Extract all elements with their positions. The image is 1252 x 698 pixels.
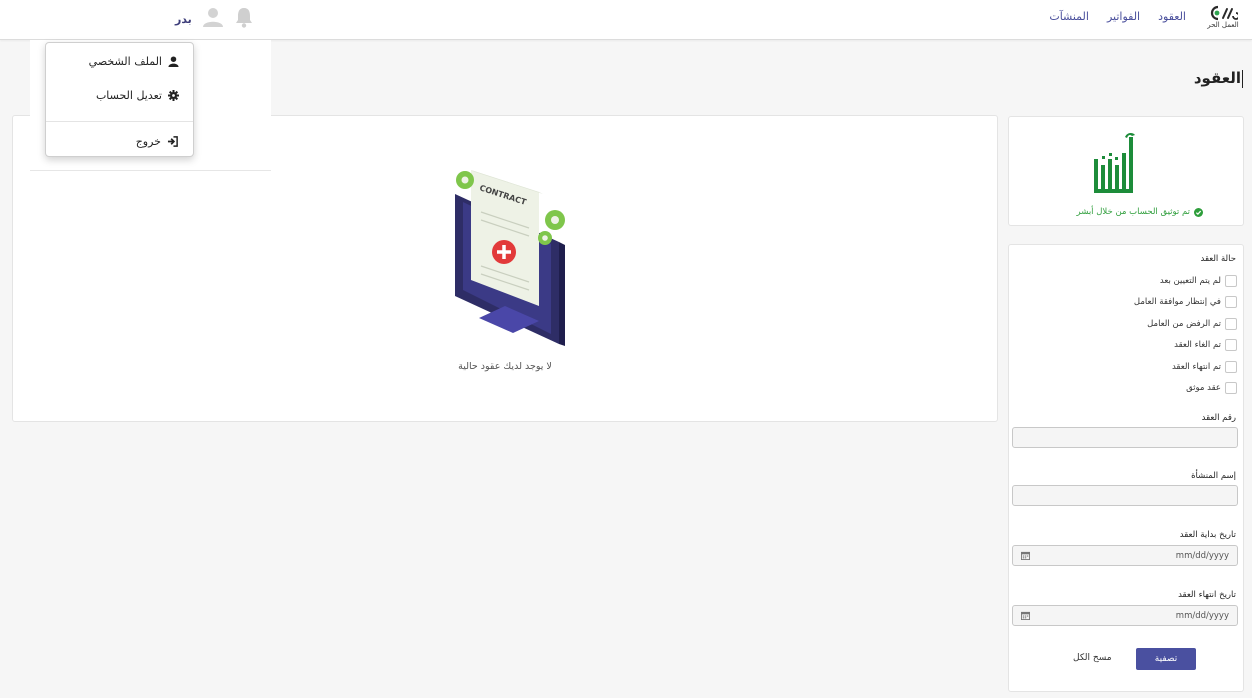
contract-filter-panel: حالة العقد لم يتم التعيين بعد في إنتظار … [1008, 244, 1244, 692]
check-circle-icon [1194, 207, 1203, 217]
start-date-placeholder: mm/dd/yyyy [1175, 550, 1229, 561]
contract-status-title: حالة العقد [1200, 254, 1236, 264]
end-date-label: تاريخ انتهاء العقد [1178, 590, 1236, 600]
clear-all-button[interactable]: مسح الكل [1073, 653, 1112, 663]
bell-icon [235, 8, 252, 28]
avatar[interactable] [202, 6, 224, 32]
contract-number-input[interactable] [1012, 427, 1238, 448]
empty-contracts-message: لا يوجد لديك عقود حالية [458, 361, 552, 372]
start-date-input[interactable]: mm/dd/yyyy [1012, 545, 1238, 566]
menu-divider [46, 121, 193, 122]
user-icon [168, 56, 179, 67]
absher-logo-icon [1094, 132, 1135, 193]
menu-item-logout[interactable]: خروج [136, 135, 179, 148]
status-cancelled-checkbox[interactable] [1225, 339, 1237, 351]
user-name[interactable]: بدر [175, 13, 192, 26]
brand-logo[interactable]: العمل الحر [1206, 4, 1240, 36]
gear-icon [168, 90, 179, 101]
calendar-icon[interactable] [1021, 551, 1030, 560]
absher-verification-card: تم توثيق الحساب من خلال أبشر [1008, 116, 1244, 226]
start-date-label: تاريخ بداية العقد [1179, 530, 1236, 540]
menu-item-edit-account[interactable]: تعديل الحساب [96, 89, 179, 102]
status-cancelled[interactable]: تم الغاء العقد [1174, 339, 1237, 351]
status-rejected-by-worker-checkbox[interactable] [1225, 318, 1237, 330]
user-avatar-icon [202, 8, 223, 27]
calendar-icon[interactable] [1021, 611, 1030, 620]
status-not-assigned[interactable]: لم يتم التعيين بعد [1160, 275, 1237, 287]
menu-item-profile-label: الملف الشخصي [88, 55, 162, 68]
status-rejected-by-worker-label: تم الرفض من العامل [1147, 319, 1221, 329]
status-cancelled-label: تم الغاء العقد [1174, 340, 1221, 350]
empty-contracts-illustration: CONTRACT [455, 170, 565, 346]
brand-name: العمل الحر [1207, 21, 1239, 29]
status-awaiting-worker-label: في إنتظار موافقة العامل [1133, 297, 1221, 307]
user-dropdown-menu: الملف الشخصي تعديل الحساب خروج [45, 42, 194, 157]
nav-link-contracts[interactable]: العقود [1158, 10, 1186, 23]
top-navbar: العمل الحر العقود الفواتير المنشآت بدر [0, 0, 1252, 40]
main-nav: العقود الفواتير المنشآت [1049, 10, 1186, 23]
text-cursor [1242, 70, 1243, 88]
status-rejected-by-worker[interactable]: تم الرفض من العامل [1147, 318, 1237, 330]
status-certified-checkbox[interactable] [1225, 382, 1237, 394]
status-awaiting-worker[interactable]: في إنتظار موافقة العامل [1134, 296, 1237, 308]
status-not-assigned-checkbox[interactable] [1225, 275, 1237, 287]
page-title: العقود [1193, 69, 1241, 87]
status-certified[interactable]: عقد موثق [1186, 382, 1237, 394]
status-not-assigned-label: لم يتم التعيين بعد [1159, 276, 1221, 286]
notifications-button[interactable] [234, 6, 254, 32]
filter-button[interactable]: تصفية [1136, 648, 1196, 670]
menu-item-edit-account-label: تعديل الحساب [95, 89, 162, 102]
nav-link-invoices[interactable]: الفواتير [1107, 10, 1140, 23]
status-ended-label: تم انتهاء العقد [1171, 362, 1221, 372]
contract-number-label: رقم العقد [1201, 413, 1236, 423]
end-date-placeholder: mm/dd/yyyy [1175, 610, 1229, 621]
menu-item-logout-label: خروج [135, 135, 161, 148]
status-ended[interactable]: تم انتهاء العقد [1172, 361, 1237, 373]
facility-name-input[interactable] [1012, 485, 1238, 506]
nav-link-facilities[interactable]: المنشآت [1049, 10, 1089, 23]
menu-item-profile[interactable]: الملف الشخصي [89, 55, 179, 68]
facility-name-label: إسم المنشأة [1191, 471, 1236, 481]
status-ended-checkbox[interactable] [1225, 361, 1237, 373]
end-date-input[interactable]: mm/dd/yyyy [1012, 605, 1238, 626]
verification-status: تم توثيق الحساب من خلال أبشر [1077, 207, 1203, 217]
status-certified-label: عقد موثق [1186, 383, 1221, 393]
brand-mark-icon [1210, 5, 1238, 21]
verification-status-text: تم توثيق الحساب من خلال أبشر [1076, 207, 1190, 217]
user-area: بدر [171, 6, 254, 32]
sign-out-icon [167, 136, 178, 147]
status-awaiting-worker-checkbox[interactable] [1225, 296, 1237, 308]
